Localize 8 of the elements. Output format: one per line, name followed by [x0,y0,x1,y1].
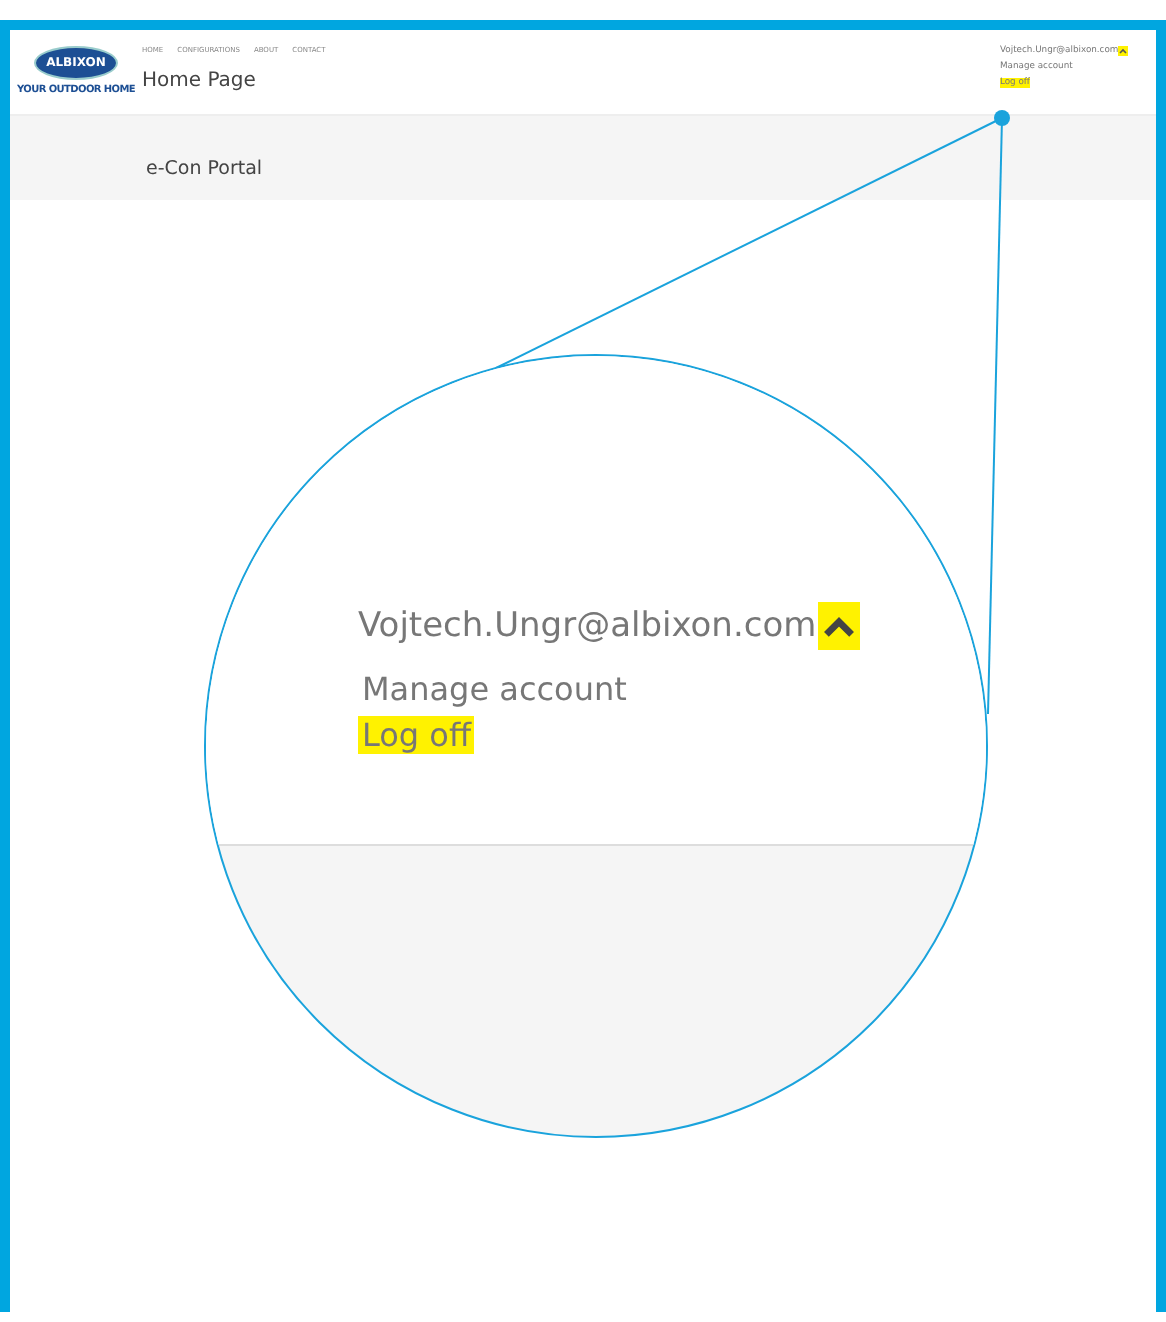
caret-icon[interactable] [818,602,861,650]
portal-title: e-Con Portal [146,158,265,180]
callout-dot [994,110,1010,126]
account-link[interactable]: Manage account [358,670,631,708]
page-title: Home Page [142,70,258,92]
user-email-link[interactable]: Vojtech.Ungr@albixon.com [358,606,817,646]
account-link[interactable]: Log off [358,716,475,754]
caret-icon[interactable] [1118,46,1129,56]
